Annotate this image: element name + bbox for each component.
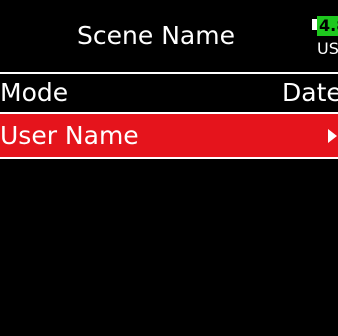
menu-item-value: Date bbox=[282, 78, 338, 107]
menu-item-user-name[interactable]: User Name bbox=[0, 114, 338, 157]
divider bbox=[0, 157, 338, 159]
battery-level: 4.8 bbox=[317, 16, 338, 36]
menu-item-label: Mode bbox=[0, 78, 69, 107]
arrow-right-icon bbox=[328, 129, 337, 143]
power-source-label: USB bbox=[317, 39, 338, 58]
device-screen: Scene Name 4.8 USB Mode Date User Name bbox=[0, 0, 338, 336]
screen-title: Scene Name bbox=[77, 21, 235, 50]
battery-indicator: 4.8 USB bbox=[308, 13, 338, 63]
title-bar: Scene Name 4.8 USB bbox=[0, 0, 338, 72]
menu-item-label: User Name bbox=[0, 121, 139, 150]
menu-item-mode[interactable]: Mode Date bbox=[0, 74, 338, 112]
